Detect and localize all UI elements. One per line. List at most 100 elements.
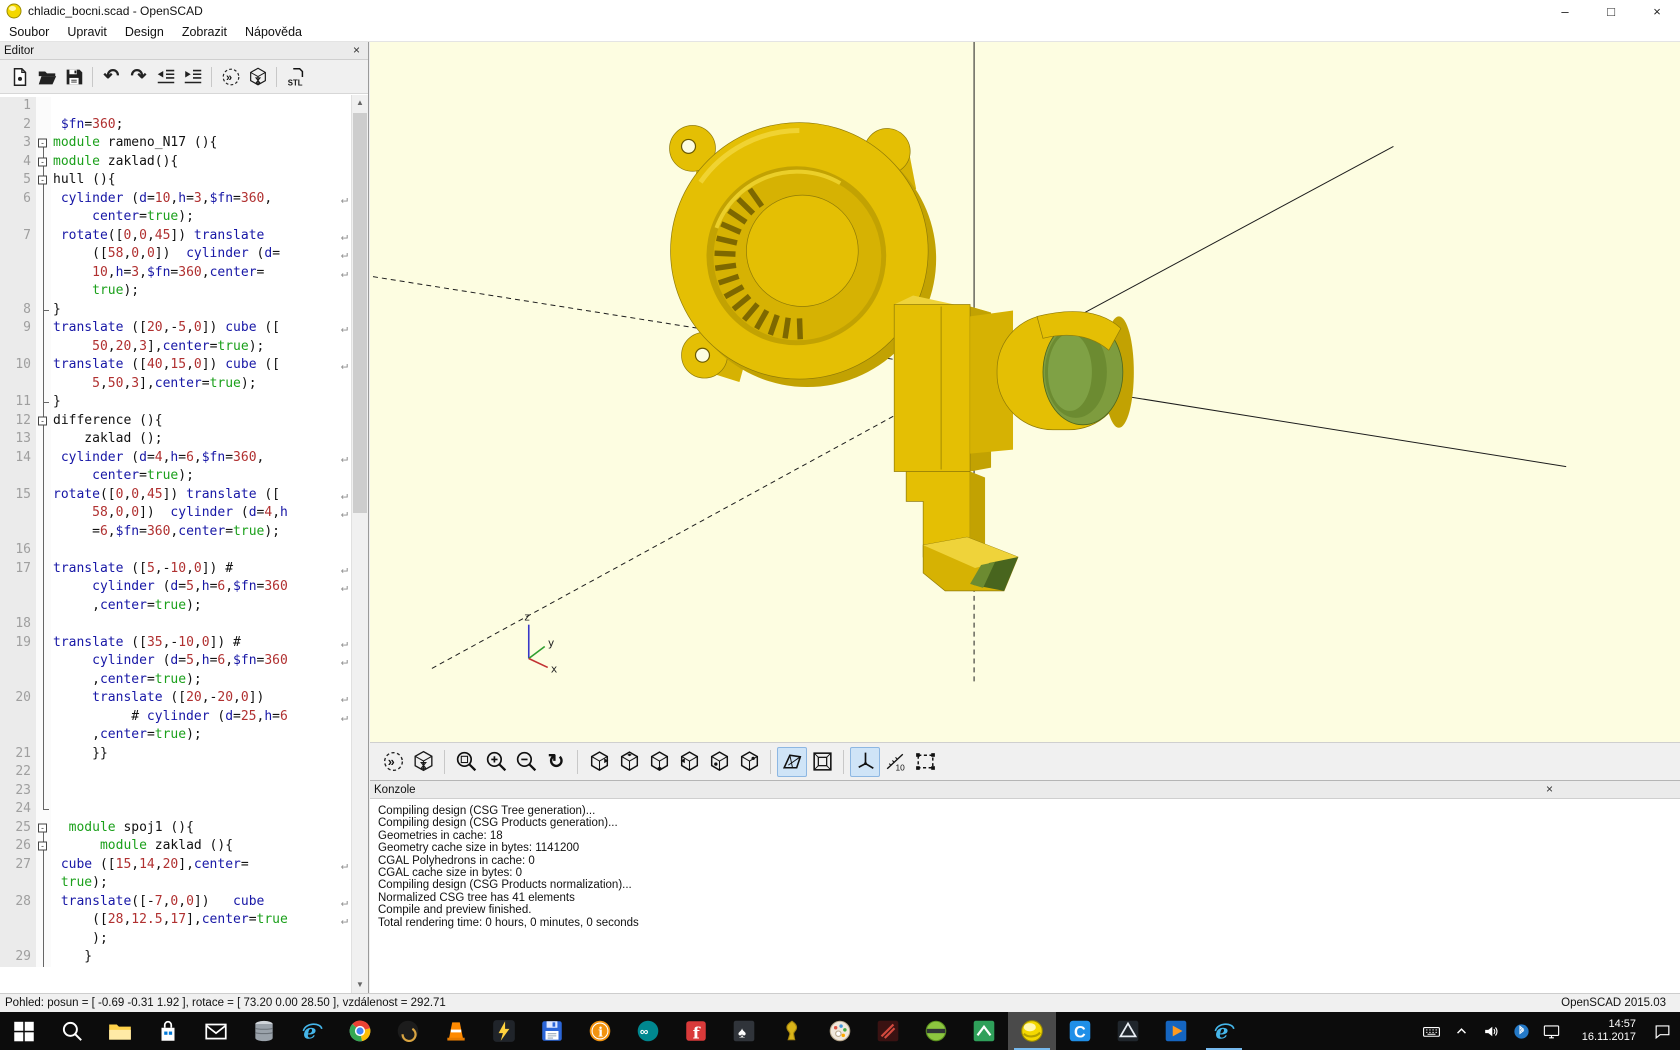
code-row-line-1[interactable]: 1 [0, 97, 351, 116]
code-row-line-6[interactable]: center=true); [0, 208, 351, 227]
redo-button[interactable]: ↷ [125, 63, 152, 90]
fold-collapse-icon[interactable]: - [38, 176, 47, 185]
view-back-button[interactable] [734, 747, 764, 777]
taskbar-item-arduino[interactable]: ∞ [624, 1012, 672, 1050]
code-row-line-8[interactable]: 8} [0, 301, 351, 320]
view-bottom-button[interactable] [644, 747, 674, 777]
fold-margin[interactable] [36, 634, 51, 653]
taskbar-item-floppy-app[interactable] [528, 1012, 576, 1050]
code-text[interactable]: module zaklad(){ [51, 153, 351, 172]
code-text[interactable] [51, 615, 351, 634]
save-button[interactable] [60, 63, 87, 90]
taskbar-item-internet-explorer-2[interactable]: e [1200, 1012, 1248, 1050]
fold-margin[interactable] [36, 763, 51, 782]
tray-volume[interactable] [1476, 1012, 1506, 1050]
fold-margin[interactable] [36, 264, 51, 283]
fold-margin[interactable] [36, 430, 51, 449]
code-row-line-5[interactable]: 5-hull (){ [0, 171, 351, 190]
tray-bluetooth[interactable] [1506, 1012, 1536, 1050]
fold-margin[interactable]: - [36, 134, 51, 153]
code-text[interactable]: translate ([40,15,0]) cube ([↵ [51, 356, 351, 375]
code-row-line-29[interactable]: 29 } [0, 948, 351, 967]
close-button[interactable]: × [1634, 0, 1680, 22]
menu-upravit[interactable]: Upravit [58, 23, 116, 41]
export-stl-button[interactable]: STL [282, 63, 309, 90]
code-row-line-25[interactable]: 25- module spoj1 (){ [0, 819, 351, 838]
code-row-line-4[interactable]: 4-module zaklad(){ [0, 153, 351, 172]
code-row-line-6[interactable]: 6 cylinder (d=10,h=3,$fn=360,↵ [0, 190, 351, 209]
fold-margin[interactable] [36, 708, 51, 727]
preview-button[interactable]: » [217, 63, 244, 90]
scroll-down-icon[interactable]: ▼ [352, 977, 368, 993]
code-text[interactable]: ); [51, 930, 351, 949]
show-scale-markers-button[interactable]: 10 [880, 747, 910, 777]
menu-soubor[interactable]: Soubor [0, 23, 58, 41]
code-row-line-15[interactable]: =6,$fn=360,center=true); [0, 523, 351, 542]
code-row-line-17[interactable]: cylinder (d=5,h=6,$fn=360↵ [0, 578, 351, 597]
code-text[interactable]: translate ([20,-20,0])↵ [51, 689, 351, 708]
fold-margin[interactable] [36, 356, 51, 375]
code-row-line-10[interactable]: 5,50,3],center=true); [0, 375, 351, 394]
undo-button[interactable]: ↶ [98, 63, 125, 90]
fold-margin[interactable] [36, 856, 51, 875]
code-row-line-15[interactable]: 15rotate([0,0,45]) translate ([↵ [0, 486, 351, 505]
taskbar-item-slic3r[interactable] [912, 1012, 960, 1050]
fold-margin[interactable] [36, 523, 51, 542]
code-text[interactable]: ([58,0,0]) cylinder (d=↵ [51, 245, 351, 264]
code-row-line-27[interactable]: 27 cube ([15,14,20],center=↵ [0, 856, 351, 875]
code-text[interactable]: ,center=true); [51, 671, 351, 690]
view-right-button[interactable] [584, 747, 614, 777]
code-text[interactable]: 50,20,3],center=true); [51, 338, 351, 357]
minimize-button[interactable]: – [1542, 0, 1588, 22]
code-text[interactable]: 5,50,3],center=true); [51, 375, 351, 394]
indent-button[interactable] [179, 63, 206, 90]
fold-margin[interactable] [36, 782, 51, 801]
tray-action-center[interactable] [1644, 1012, 1680, 1050]
fold-collapse-icon[interactable]: - [38, 823, 47, 832]
code-text[interactable]: module spoj1 (){ [51, 819, 351, 838]
taskbar-item-lightning-app[interactable] [480, 1012, 528, 1050]
code-text[interactable]: =6,$fn=360,center=true); [51, 523, 351, 542]
3d-viewport[interactable]: z y x [370, 42, 1680, 742]
code-row-line-22[interactable]: 22 [0, 763, 351, 782]
code-row-line-24[interactable]: 24 [0, 800, 351, 819]
view-front-button[interactable] [704, 747, 734, 777]
code-row-line-19[interactable]: cylinder (d=5,h=6,$fn=360↵ [0, 652, 351, 671]
code-text[interactable]: translate([-7,0,0]) cube↵ [51, 893, 351, 912]
code-row-line-20[interactable]: ,center=true); [0, 726, 351, 745]
taskbar-item-file-explorer[interactable] [96, 1012, 144, 1050]
fold-margin[interactable] [36, 597, 51, 616]
code-text[interactable]: true); [51, 282, 351, 301]
fold-margin[interactable] [36, 726, 51, 745]
code-row-line-28[interactable]: 28 translate([-7,0,0]) cube↵ [0, 893, 351, 912]
code-row-line-21[interactable]: 21 }} [0, 745, 351, 764]
fold-margin[interactable] [36, 190, 51, 209]
editor-scrollbar[interactable]: ▲ ▼ [351, 95, 368, 993]
code-row-line-9[interactable]: 50,20,3],center=true); [0, 338, 351, 357]
taskbar-clock[interactable]: 14:57 16.11.2017 [1566, 1012, 1644, 1050]
fold-margin[interactable] [36, 282, 51, 301]
view-all-button[interactable] [910, 747, 940, 777]
fold-margin[interactable] [36, 671, 51, 690]
code-row-line-16[interactable]: 16 [0, 541, 351, 560]
scroll-up-icon[interactable]: ▲ [352, 95, 368, 111]
code-text[interactable]: center=true); [51, 467, 351, 486]
code-text[interactable] [51, 782, 351, 801]
fold-margin[interactable] [36, 375, 51, 394]
code-text[interactable]: ,center=true); [51, 597, 351, 616]
render-button[interactable] [244, 63, 271, 90]
fold-margin[interactable]: - [36, 153, 51, 172]
fold-margin[interactable] [36, 486, 51, 505]
fold-margin[interactable] [36, 689, 51, 708]
taskbar-item-cd-app[interactable] [240, 1012, 288, 1050]
code-row-line-18[interactable]: 18 [0, 615, 351, 634]
taskbar-item-mail[interactable] [192, 1012, 240, 1050]
scrollbar-thumb[interactable] [353, 113, 367, 513]
code-text[interactable] [51, 763, 351, 782]
code-row-line-27[interactable]: true); [0, 874, 351, 893]
fold-margin[interactable] [36, 560, 51, 579]
view-top-button[interactable] [614, 747, 644, 777]
fold-margin[interactable] [36, 467, 51, 486]
code-text[interactable]: rotate([0,0,45]) translate ([↵ [51, 486, 351, 505]
preview-button[interactable]: » [378, 747, 408, 777]
